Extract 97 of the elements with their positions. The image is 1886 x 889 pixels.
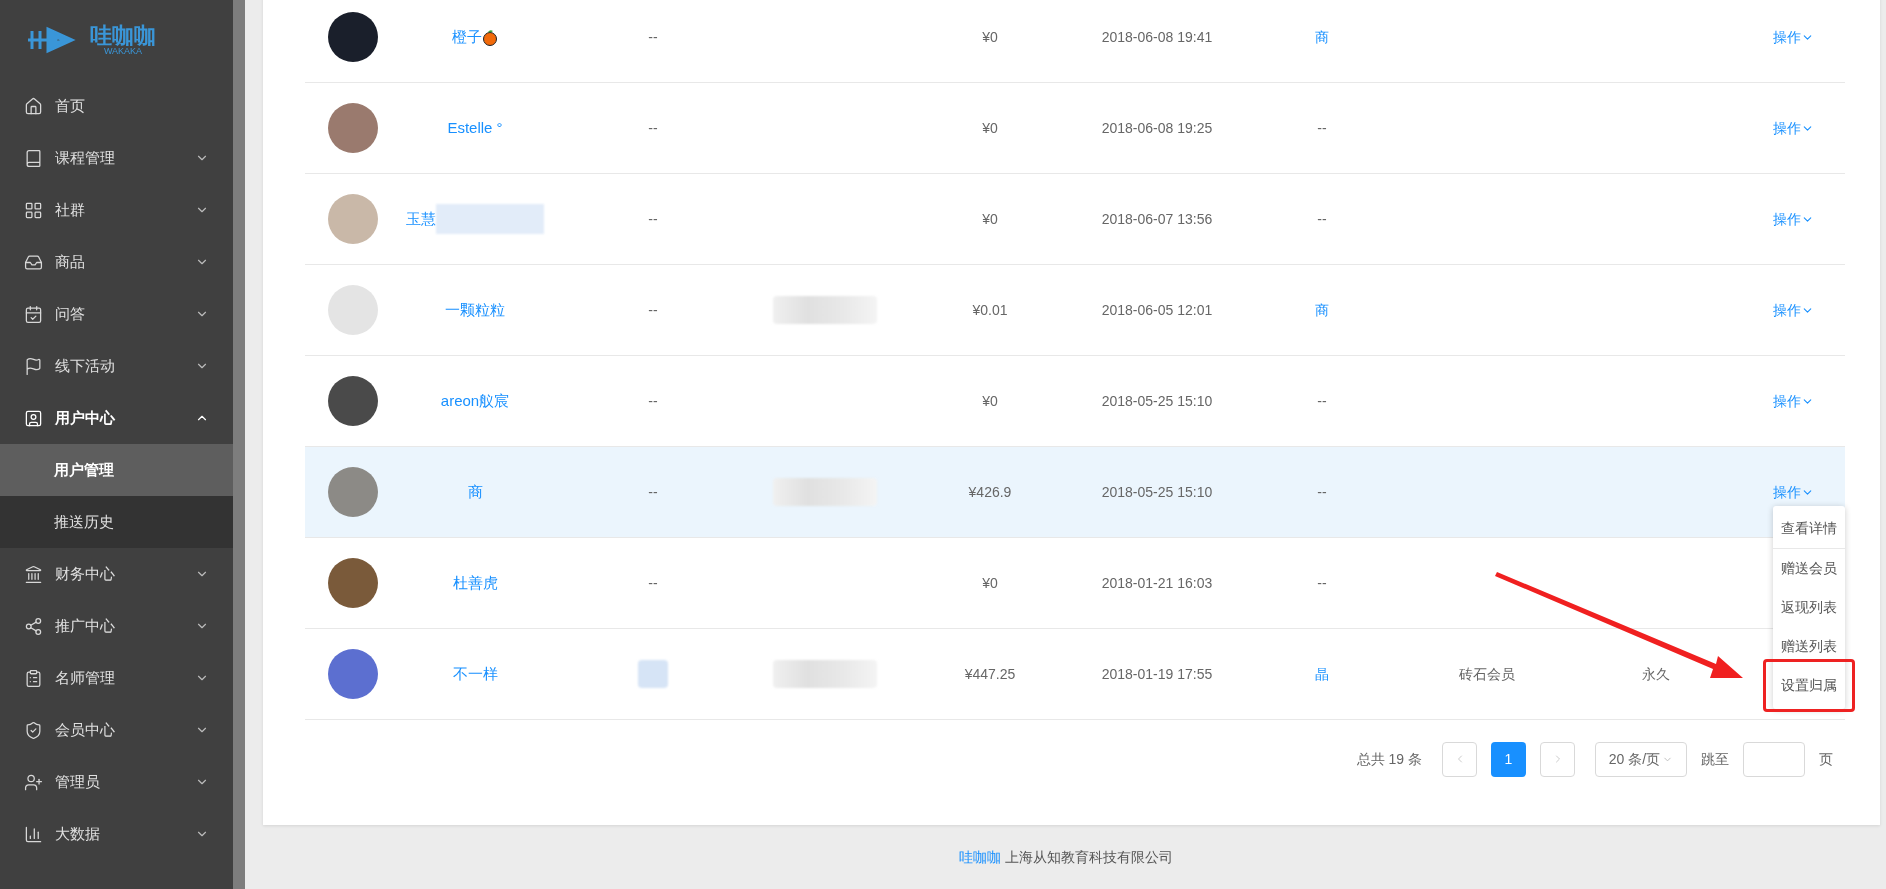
date-cell-text: 2018-01-19 17:55 — [1101, 664, 1213, 684]
avatar-photo-placeholder — [328, 467, 378, 517]
page-size-select[interactable]: 20 条/页 — [1595, 741, 1687, 777]
action-dropdown[interactable]: 操作 — [1773, 390, 1814, 412]
total-count: 总共 19 条 — [1356, 749, 1422, 769]
jump-label: 跳至 — [1701, 749, 1729, 769]
price-cell-text: ¥0 — [982, 27, 998, 47]
avatar-photo-placeholder — [328, 103, 378, 153]
submenu-item[interactable]: 用户管理 — [0, 444, 233, 496]
menu-item[interactable]: 返现列表 — [1773, 587, 1845, 627]
page-input[interactable] — [1743, 741, 1805, 777]
action-dropdown[interactable]: 操作 — [1773, 117, 1814, 139]
price-cell-text: ¥0 — [982, 573, 998, 593]
table-cell-text: -- — [1317, 118, 1327, 138]
user-name-link[interactable]: 玉慧 — [406, 204, 544, 234]
table-cell-text: -- — [648, 209, 658, 229]
sidebar-item[interactable]: 推广中心 — [0, 600, 233, 652]
avatar-photo-placeholder — [328, 649, 378, 699]
price-cell-text: ¥0 — [982, 391, 998, 411]
page-unit: 页 — [1819, 749, 1833, 769]
avatar-photo-placeholder — [328, 12, 378, 62]
sidebar-item[interactable]: 课程管理 — [0, 132, 233, 184]
sidebar-item[interactable]: 名师管理 — [0, 652, 233, 704]
date-cell-text: 2018-05-25 15:10 — [1101, 482, 1213, 502]
menu-item[interactable]: 设置归属 — [1773, 665, 1845, 705]
avatar-photo-placeholder — [328, 558, 378, 608]
date-cell-text: 2018-06-05 12:01 — [1101, 300, 1213, 320]
price-cell-text: ¥447.25 — [964, 664, 1016, 684]
action-dropdown[interactable]: 操作 — [1773, 299, 1814, 321]
table-cell-text: -- — [1317, 573, 1327, 593]
previous-page-button[interactable] — [1442, 741, 1477, 777]
logo-subtext: WAKAKA — [103, 46, 143, 56]
table-cell-text: -- — [1317, 391, 1327, 411]
user-plus-icon — [24, 772, 43, 792]
fruit-icon — [482, 28, 498, 46]
price-cell-text: ¥426.9 — [968, 482, 1012, 502]
price-cell-text: ¥0 — [982, 209, 998, 229]
table-cell-text: -- — [648, 573, 658, 593]
avatar-photo-placeholder — [328, 285, 378, 335]
logo-text: 哇咖咖 — [90, 24, 156, 47]
date-cell-text: 2018-06-08 19:41 — [1101, 27, 1213, 47]
membership-cell-text: 砖石会员 — [1459, 664, 1515, 684]
calendar-icon — [24, 304, 43, 324]
sidebar-item[interactable]: 问答 — [0, 288, 233, 340]
footer-company: 上海从知教育科技有限公司 — [1004, 847, 1173, 867]
table-cell-text: -- — [1317, 482, 1327, 502]
table-cell-text: -- — [648, 391, 658, 411]
user-name-link[interactable]: Estelle ° — [447, 116, 503, 140]
clipboard-icon — [24, 668, 43, 688]
action-dropdown[interactable]: 操作 — [1773, 26, 1814, 48]
table-cell-text: -- — [1317, 209, 1327, 229]
user-name-link[interactable]: 一颗粒粒 — [445, 298, 505, 322]
book-icon — [24, 148, 43, 168]
sidebar-item[interactable]: 首页 — [0, 80, 233, 132]
sidebar-item[interactable]: 社群 — [0, 184, 233, 236]
bar-chart-icon — [24, 824, 43, 844]
table-cell-text: -- — [648, 300, 658, 320]
sidebar-item[interactable]: 线下活动 — [0, 340, 233, 392]
table-cell-text: -- — [648, 482, 658, 502]
tag-link[interactable]: 晶 — [1315, 663, 1329, 685]
user-name-link[interactable]: areon舣宸 — [440, 389, 510, 413]
date-cell-text: 2018-06-08 19:25 — [1101, 118, 1213, 138]
user-name-link[interactable]: 不一样 — [452, 662, 498, 686]
flag-icon — [24, 356, 43, 376]
price-cell-text: ¥0.01 — [972, 300, 1008, 320]
user-name-link[interactable]: 橙子 — [452, 25, 498, 49]
blurred-block — [638, 660, 668, 688]
avatar-photo-placeholder — [328, 194, 378, 244]
price-cell-text: ¥0 — [982, 118, 998, 138]
scrollbar[interactable] — [233, 0, 245, 889]
table-cell-text: -- — [648, 27, 658, 47]
user-name-link[interactable]: 杜善虎 — [452, 571, 498, 595]
avatar-photo-placeholder — [328, 376, 378, 426]
sidebar-item[interactable]: 会员中心 — [0, 704, 233, 756]
tag-link[interactable]: 商 — [1315, 299, 1329, 321]
duration-cell-text: 永久 — [1642, 664, 1670, 684]
bank-icon — [24, 564, 43, 584]
tag-link[interactable]: 商 — [1315, 26, 1329, 48]
sidebar-item[interactable]: 商品 — [0, 236, 233, 288]
menu-item[interactable]: 赠送会员 — [1773, 548, 1845, 588]
table-cell-text: -- — [648, 118, 658, 138]
next-page-button[interactable] — [1540, 741, 1575, 777]
sidebar-item[interactable]: 财务中心 — [0, 548, 233, 600]
grid-icon — [24, 200, 43, 220]
date-cell-text: 2018-06-07 13:56 — [1101, 209, 1213, 229]
home-icon — [24, 96, 43, 116]
submenu-item[interactable]: 推送历史 — [0, 496, 233, 548]
share-icon — [24, 616, 43, 636]
shield-check-icon — [24, 720, 43, 740]
sidebar-item[interactable]: 管理员 — [0, 756, 233, 808]
date-cell-text: 2018-05-25 15:10 — [1101, 391, 1213, 411]
menu-item[interactable]: 赠送列表 — [1773, 626, 1845, 666]
date-cell-text: 2018-01-21 16:03 — [1101, 573, 1213, 593]
sidebar-item[interactable]: 大数据 — [0, 808, 233, 860]
action-dropdown[interactable]: 操作 — [1773, 208, 1814, 230]
contact-card-icon — [24, 408, 43, 428]
sidebar-item[interactable]: 用户中心 — [0, 392, 233, 444]
